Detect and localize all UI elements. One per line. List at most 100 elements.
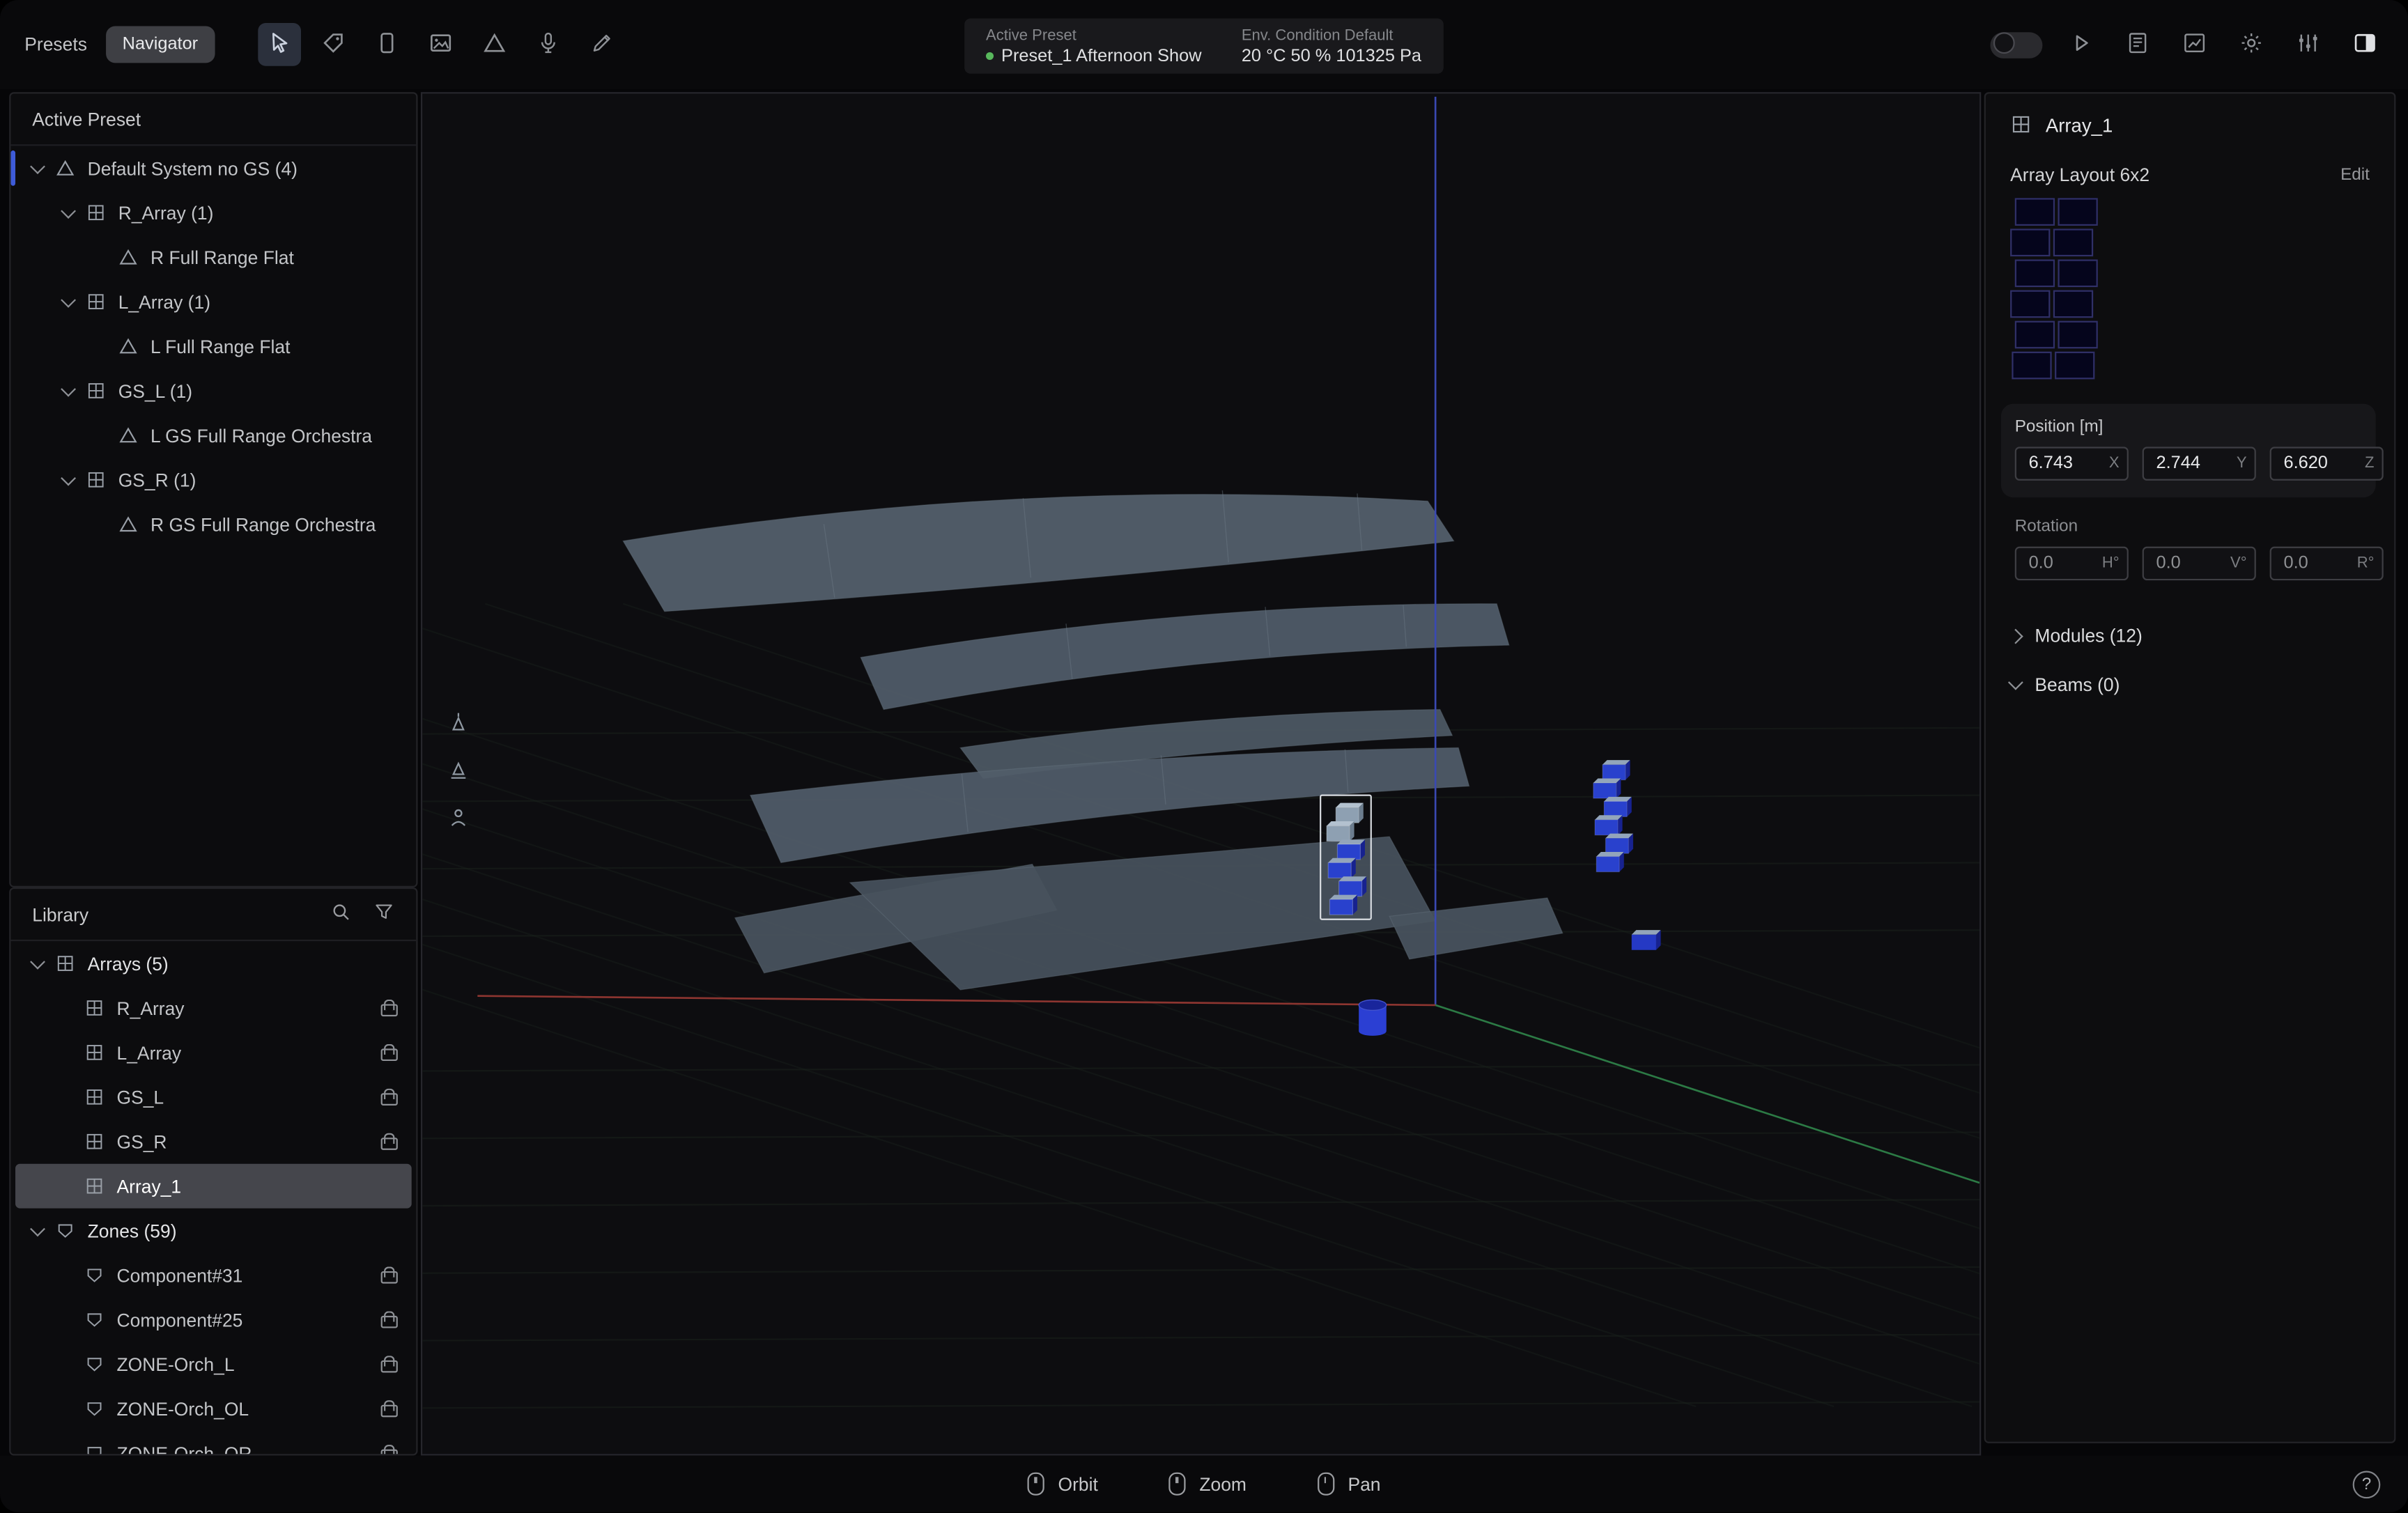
library-group-arrays[interactable]: Arrays (5): [10, 941, 416, 986]
beams-label: Beams (0): [2035, 674, 2120, 696]
tree-item-label: L GS Full Range Orchestra: [150, 424, 372, 446]
select-tool-button[interactable]: [258, 23, 301, 66]
microphone-icon: [536, 30, 560, 59]
unit-x: X: [2109, 456, 2120, 472]
tree-item-default-system[interactable]: Default System no GS (4): [10, 146, 416, 190]
tree-item-r-full-range-flat[interactable]: R Full Range Flat: [10, 235, 416, 279]
unit-y: Y: [2237, 456, 2247, 472]
library-item-r-array[interactable]: R_Array: [10, 986, 416, 1030]
flown-array-tool-button[interactable]: [441, 708, 474, 741]
tree-item-gs-r[interactable]: GS_R (1): [10, 458, 416, 502]
help-button[interactable]: ?: [2353, 1471, 2381, 1499]
beams-accordion[interactable]: Beams (0): [1986, 660, 2394, 710]
source-icon: [118, 514, 139, 534]
scene-canvas: [422, 93, 1979, 1454]
library-item-gs-r[interactable]: GS_R: [10, 1119, 416, 1164]
edit-layout-link[interactable]: Edit: [2340, 166, 2370, 184]
play-button[interactable]: [2062, 26, 2099, 63]
library-item-l-array[interactable]: L_Array: [10, 1030, 416, 1075]
stacked-array-tool-button[interactable]: [441, 755, 474, 789]
lock-icon: [381, 1000, 395, 1016]
tree-item-label: R_Array (1): [118, 202, 214, 224]
panel-toggle-button[interactable]: [2347, 26, 2384, 63]
library-item-zone-orch-or[interactable]: ZONE-Orch_OR: [10, 1431, 416, 1455]
tree-item-r-gs-full-range-orchestra[interactable]: R GS Full Range Orchestra: [10, 502, 416, 547]
tree-item-gs-l[interactable]: GS_L (1): [10, 368, 416, 413]
lock-icon: [381, 1445, 395, 1455]
library-item-component-25[interactable]: Component#25: [10, 1297, 416, 1342]
accent-bar: [10, 150, 15, 186]
array-grid-icon: [86, 470, 106, 490]
chevron-down-icon[interactable]: [30, 158, 45, 173]
tree-item-label: GS_R (1): [118, 469, 196, 490]
library-item-label: Component#25: [117, 1309, 243, 1330]
tag-tool-button[interactable]: [311, 23, 355, 66]
device-tool-button[interactable]: [365, 23, 408, 66]
chevron-down-icon[interactable]: [61, 292, 76, 307]
speaker-array-right[interactable]: [1593, 760, 1633, 872]
listener-tool-button[interactable]: [441, 803, 474, 837]
library-item-label: ZONE-Orch_OL: [117, 1398, 249, 1420]
sliders-icon: [2296, 30, 2320, 59]
array-layout-grid[interactable]: [1986, 195, 2394, 391]
viewport-toolbar: [441, 708, 474, 837]
chart-button[interactable]: [2176, 26, 2213, 63]
library-item-label: L_Array: [117, 1041, 182, 1063]
library-item-component-31[interactable]: Component#31: [10, 1253, 416, 1298]
status-info-box: Active Preset Preset_1 Afternoon Show En…: [964, 18, 1444, 73]
tree-item-label: R GS Full Range Orchestra: [150, 513, 376, 535]
filters-button[interactable]: [2290, 26, 2326, 63]
zoom-hint-label: Zoom: [1199, 1473, 1247, 1495]
tree-item-label: L_Array (1): [118, 291, 210, 313]
chevron-down-icon[interactable]: [30, 1220, 45, 1236]
array-grid-icon: [84, 998, 105, 1018]
array-grid-icon: [84, 1087, 105, 1107]
report-button[interactable]: [2120, 26, 2156, 63]
inspector-panel: Array_1 Array Layout 6x2 Edit Position […: [1984, 92, 2396, 1443]
orbit-hint-label: Orbit: [1058, 1473, 1098, 1495]
speaker-box-single[interactable]: [1632, 930, 1661, 950]
viewport-3d[interactable]: [421, 92, 1981, 1455]
library-item-array-1[interactable]: Array_1: [15, 1164, 412, 1209]
pen-icon: [589, 30, 614, 59]
sidebar-panel-icon: [2353, 30, 2377, 59]
position-label: Position [m]: [2015, 418, 2362, 436]
chevron-down-icon[interactable]: [30, 954, 45, 969]
modules-label: Modules (12): [2035, 625, 2142, 646]
mouse-pan-icon: [1317, 1473, 1334, 1496]
mic-tool-button[interactable]: [527, 23, 570, 66]
modules-accordion[interactable]: Modules (12): [1986, 611, 2394, 660]
array-layout-label: Array Layout 6x2: [2010, 164, 2150, 186]
navigator-button[interactable]: Navigator: [105, 26, 215, 63]
chevron-down-icon[interactable]: [61, 203, 76, 218]
x-axis: [477, 996, 1435, 1005]
tree-item-l-gs-full-range-orchestra[interactable]: L GS Full Range Orchestra: [10, 413, 416, 458]
filter-icon[interactable]: [373, 901, 395, 927]
library-item-gs-l[interactable]: GS_L: [10, 1075, 416, 1119]
tree-item-l-full-range-flat[interactable]: L Full Range Flat: [10, 324, 416, 368]
settings-button[interactable]: [2233, 26, 2270, 63]
library-item-label: ZONE-Orch_OR: [117, 1443, 252, 1456]
draw-tool-button[interactable]: [580, 23, 624, 66]
view-toggle[interactable]: [1990, 31, 2042, 57]
zone-icon: [84, 1443, 105, 1456]
lock-icon: [381, 1356, 395, 1372]
library-item-label: GS_R: [117, 1131, 167, 1152]
library-group-zones[interactable]: Zones (59): [10, 1209, 416, 1253]
subwoofer-cylinder[interactable]: [1359, 1000, 1387, 1035]
source-icon: [118, 247, 139, 267]
chevron-down-icon[interactable]: [61, 381, 76, 396]
inspector-title: Array_1: [2046, 115, 2113, 137]
image-tool-button[interactable]: [419, 23, 463, 66]
tree-item-r-array[interactable]: R_Array (1): [10, 190, 416, 235]
library-item-zone-orch-l[interactable]: ZONE-Orch_L: [10, 1342, 416, 1386]
lock-icon: [381, 1089, 395, 1105]
tree-item-l-array[interactable]: L_Array (1): [10, 279, 416, 324]
library-item-zone-orch-ol[interactable]: ZONE-Orch_OL: [10, 1386, 416, 1431]
zone-icon: [84, 1310, 105, 1330]
play-icon: [2069, 30, 2093, 59]
array-cell: [2053, 290, 2093, 318]
search-icon[interactable]: [330, 901, 352, 927]
chevron-down-icon[interactable]: [61, 470, 76, 486]
array-tool-button[interactable]: [473, 23, 516, 66]
